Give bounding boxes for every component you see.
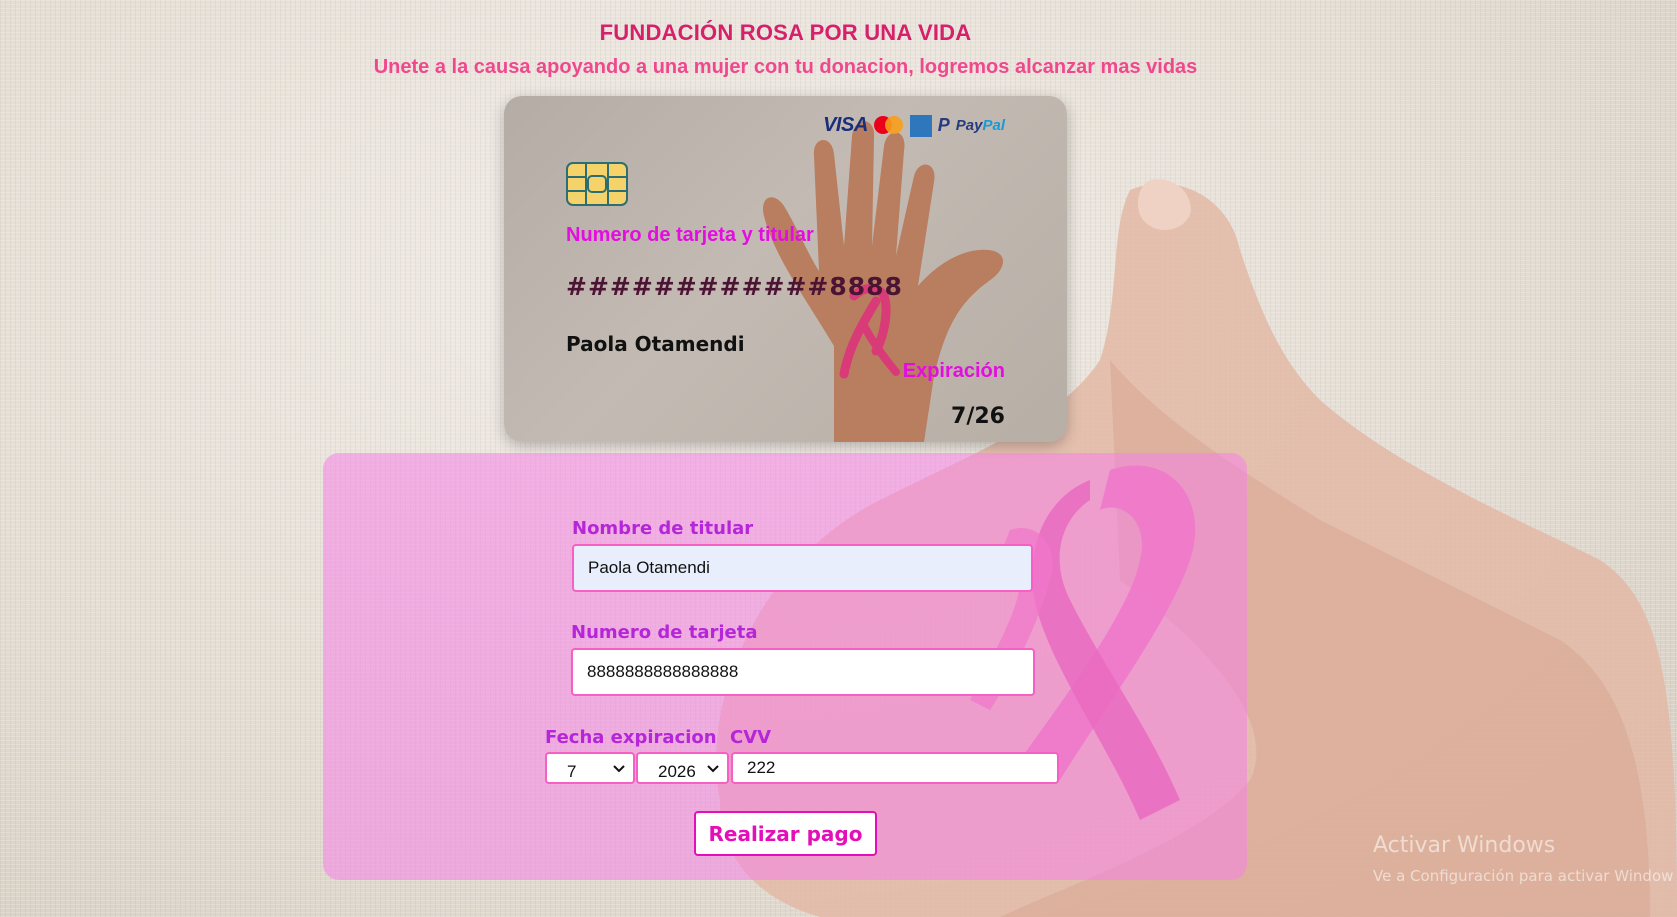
expiration-year-value: 2026 — [658, 762, 696, 781]
credit-card-preview: VISA P PayPal Numero de tarjeta y titula… — [504, 96, 1067, 442]
cvv-input[interactable] — [731, 752, 1059, 784]
card-expiration-display: 7/26 — [951, 404, 1005, 429]
amex-icon — [909, 114, 932, 137]
chevron-down-icon — [707, 765, 719, 773]
expiration-month-value: 7 — [567, 762, 577, 781]
page-title: FUNDACIÓN ROSA POR UNA VIDA — [599, 20, 972, 45]
holder-name-input[interactable] — [572, 544, 1033, 592]
windows-activation-title: Activar Windows — [1373, 833, 1556, 858]
card-expiration-label: Expiración — [902, 360, 1005, 382]
paypal-mark-icon: P — [937, 115, 950, 135]
visa-logo: VISA — [823, 114, 868, 136]
expiration-month-select[interactable]: 7 — [545, 752, 635, 784]
expiration-year-select[interactable]: 2026 — [636, 752, 729, 784]
windows-activation-subtitle: Ve a Configuración para activar Windows. — [1373, 867, 1673, 885]
page-subtitle: Unete a la causa apoyando a una mujer co… — [373, 56, 1198, 78]
card-number-field-label: Numero de tarjeta — [571, 622, 758, 643]
paypal-logo: PayPal — [955, 117, 1005, 134]
chevron-down-icon — [613, 765, 625, 773]
card-number-display: ############8888 — [566, 272, 903, 301]
submit-payment-button[interactable]: Realizar pago — [694, 811, 877, 856]
card-chip-icon — [566, 162, 628, 206]
cvv-label: CVV — [730, 727, 772, 748]
card-holder-display: Paola Otamendi — [566, 332, 745, 356]
raised-hand-ribbon-photo — [763, 121, 1003, 442]
card-brand-logos: VISA P PayPal — [823, 114, 1005, 137]
holder-name-label: Nombre de titular — [572, 518, 754, 539]
card-number-input[interactable] — [571, 648, 1035, 696]
expiration-date-label: Fecha expiracion — [545, 727, 717, 748]
mastercard-icon — [873, 115, 904, 136]
card-number-label: Numero de tarjeta y titular — [566, 224, 814, 246]
